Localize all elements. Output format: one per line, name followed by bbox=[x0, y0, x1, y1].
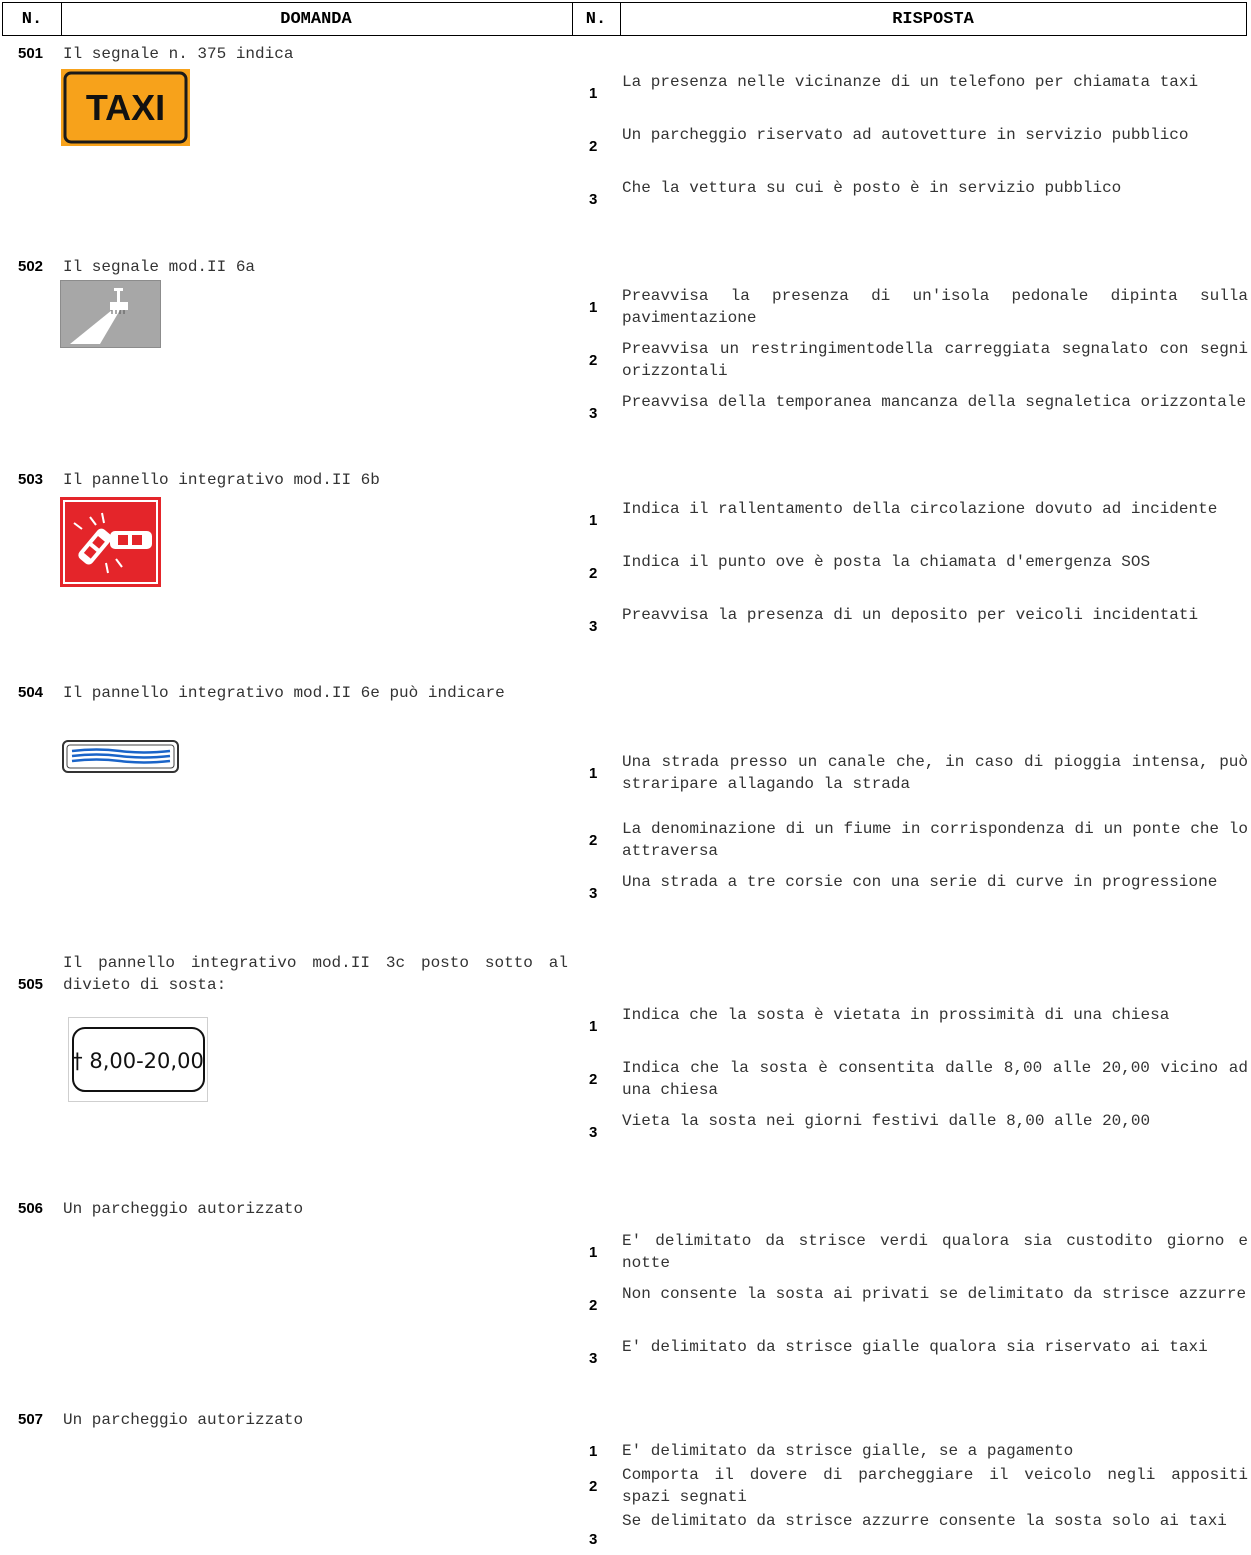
taxi-sign: TAXI bbox=[61, 69, 190, 146]
answer-text: Preavvisa la presenza di un deposito per… bbox=[622, 606, 1199, 624]
answer-number: 1 bbox=[589, 1018, 598, 1035]
answer-text: E' delimitato da strisce gialle qualora … bbox=[622, 1338, 1208, 1356]
answer-text: Indica che la sosta è consentita dalle 8… bbox=[622, 1059, 1248, 1099]
answer-text: E' delimitato da strisce gialle, se a pa… bbox=[622, 1442, 1074, 1460]
answer-text: Un parcheggio riservato ad autovetture i… bbox=[622, 126, 1189, 144]
question-number: 504 bbox=[18, 684, 44, 701]
question-text: Un parcheggio autorizzato bbox=[63, 1411, 304, 1429]
answer-text: Non consente la sosta ai privati se deli… bbox=[622, 1285, 1247, 1303]
question-text: Il pannello integrativo mod.II 6b bbox=[63, 471, 380, 489]
answer-number: 1 bbox=[589, 299, 598, 316]
header-question: DOMANDA bbox=[60, 2, 573, 36]
answer-text: Vieta la sosta nei giorni festivi dalle … bbox=[622, 1112, 1151, 1130]
question-number: 507 bbox=[18, 1411, 44, 1428]
question-number: 501 bbox=[18, 45, 44, 62]
answer-text: Una strada presso un canale che, in caso… bbox=[622, 753, 1248, 793]
answer-text: Preavvisa la presenza di un'isola pedona… bbox=[622, 287, 1248, 327]
svg-text:TAXI: TAXI bbox=[86, 87, 165, 128]
answer-number: 1 bbox=[589, 1443, 598, 1460]
question-text: Il segnale n. 375 indica bbox=[63, 45, 294, 63]
answer-text: Preavvisa un restringimentodella carregg… bbox=[622, 340, 1248, 380]
question-number: 503 bbox=[18, 471, 44, 488]
answer-text: Indica il punto ove è posta la chiamata … bbox=[622, 553, 1151, 571]
road-marking-machine-sign bbox=[60, 280, 161, 348]
answer-text: Una strada a tre corsie con una serie di… bbox=[622, 873, 1218, 891]
answer-text: Preavvisa della temporanea mancanza dell… bbox=[622, 393, 1247, 411]
answer-text: La presenza nelle vicinanze di un telefo… bbox=[622, 73, 1199, 91]
church-hours-panel-sign: † 8,00-20,00 bbox=[68, 1017, 208, 1102]
answer-number: 1 bbox=[589, 1244, 598, 1261]
table-header: N. DOMANDA N. RISPOSTA bbox=[2, 2, 1248, 36]
answer-text: Comporta il dovere di parcheggiare il ve… bbox=[622, 1466, 1248, 1506]
answer-text: La denominazione di un fiume in corrispo… bbox=[622, 820, 1248, 860]
answer-number: 2 bbox=[589, 565, 598, 582]
question-number: 506 bbox=[18, 1200, 44, 1217]
answer-text: Se delimitato da strisce azzurre consent… bbox=[622, 1512, 1227, 1530]
header-number: N. bbox=[572, 2, 621, 36]
question-number: 505 bbox=[18, 976, 44, 993]
answer-number: 2 bbox=[589, 1297, 598, 1314]
svg-text:† 8,00-20,00: † 8,00-20,00 bbox=[72, 1049, 204, 1073]
answer-number: 2 bbox=[589, 352, 598, 369]
answer-number: 3 bbox=[589, 191, 598, 208]
answer-number: 1 bbox=[589, 512, 598, 529]
answer-number: 1 bbox=[589, 765, 598, 782]
answer-number: 3 bbox=[589, 1531, 598, 1548]
answer-number: 3 bbox=[589, 885, 598, 902]
answer-number: 3 bbox=[589, 1350, 598, 1367]
question-text: Il pannello integrativo mod.II 3c posto … bbox=[63, 954, 568, 994]
answer-text: Indica che la sosta è vietata in prossim… bbox=[622, 1006, 1170, 1024]
answer-number: 2 bbox=[589, 1478, 598, 1495]
water-panel-sign bbox=[62, 740, 179, 773]
answer-number: 2 bbox=[589, 1071, 598, 1088]
question-text: Un parcheggio autorizzato bbox=[63, 1200, 304, 1218]
answer-text: E' delimitato da strisce verdi qualora s… bbox=[622, 1232, 1248, 1272]
answer-number: 3 bbox=[589, 405, 598, 422]
answer-number: 2 bbox=[589, 138, 598, 155]
question-number: 502 bbox=[18, 258, 44, 275]
question-text: Il pannello integrativo mod.II 6e può in… bbox=[63, 684, 505, 702]
answer-number: 1 bbox=[589, 85, 598, 102]
answer-number: 3 bbox=[589, 1124, 598, 1141]
answer-number: 3 bbox=[589, 618, 598, 635]
header-answer: RISPOSTA bbox=[620, 2, 1247, 36]
answer-text: Che la vettura su cui è posto è in servi… bbox=[622, 179, 1122, 197]
accident-panel-sign bbox=[60, 497, 161, 587]
answer-text: Indica il rallentamento della circolazio… bbox=[622, 500, 1218, 518]
answer-number: 2 bbox=[589, 832, 598, 849]
question-text: Il segnale mod.II 6a bbox=[63, 258, 256, 276]
header-number: N. bbox=[2, 2, 62, 36]
